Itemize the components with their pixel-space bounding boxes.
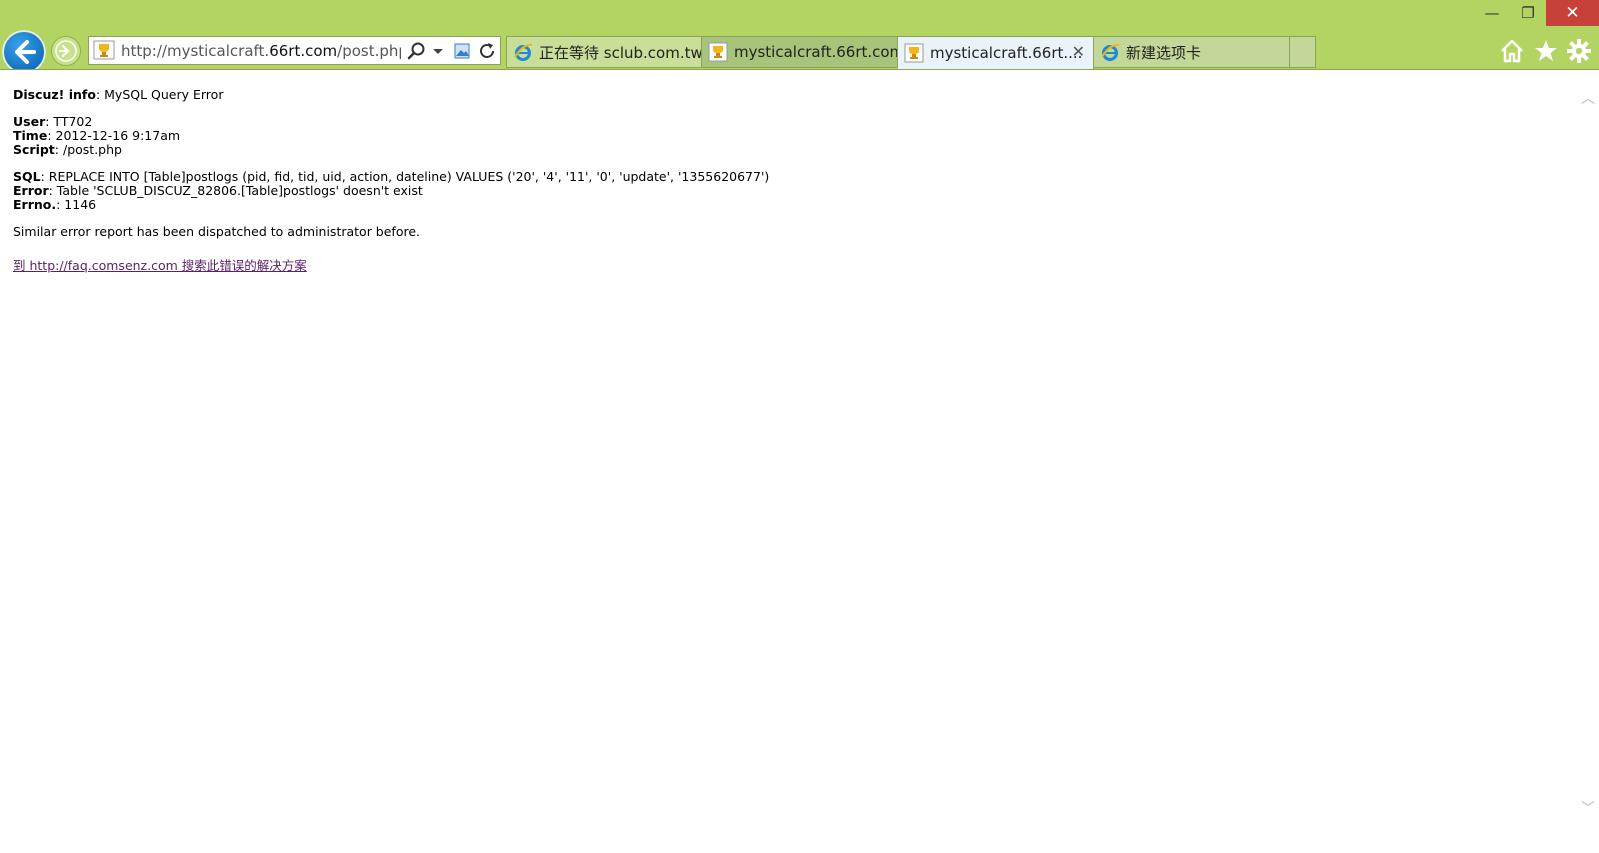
sql-line: SQL: REPLACE INTO [Table]postlogs (pid, … — [13, 169, 770, 184]
tab-label: 新建选项卡 — [1126, 43, 1202, 62]
close-tab-icon[interactable]: ✕ — [1072, 42, 1085, 61]
user-line: User: TT702 — [13, 114, 93, 129]
home-icon[interactable] — [1498, 37, 1526, 65]
ie-icon — [1101, 43, 1120, 61]
error-report: Discuz! info: MySQL Query Error User: TT… — [13, 88, 769, 273]
tab-label: mysticalcraft.66rt.com — [734, 43, 898, 61]
tab-label: 正在等待 sclub.com.tw — [539, 43, 702, 62]
arrow-right-icon — [55, 40, 77, 62]
tab-mysticalcraft[interactable]: mysticalcraft.66rt.com — [702, 36, 898, 68]
tab-label: mysticalcraft.66rt.... — [930, 44, 1083, 62]
page-content: Discuz! info: MySQL Query Error User: TT… — [0, 69, 1599, 853]
address-bar[interactable]: http://mysticalcraft.66rt.com/post.php? — [88, 36, 501, 65]
script-line: Script: /post.php — [13, 142, 122, 157]
tab-active-mysticalcraft[interactable]: mysticalcraft.66rt.... ✕ — [898, 36, 1094, 69]
tab-new-tab[interactable]: 新建选项卡 — [1094, 36, 1290, 68]
url-text[interactable]: http://mysticalcraft.66rt.com/post.php? — [121, 41, 401, 61]
forward-button[interactable] — [51, 36, 81, 66]
trophy-favicon — [93, 40, 115, 60]
info-line: Discuz! info: MySQL Query Error — [13, 87, 224, 102]
close-window-button[interactable]: ✕ — [1546, 0, 1599, 26]
tab-strip: 正在等待 sclub.com.tw mysticalcraft.66rt.com… — [506, 36, 1316, 69]
scroll-up-arrow[interactable]: ︿ — [1581, 88, 1595, 108]
minimize-button[interactable]: — — [1474, 0, 1510, 26]
ie-icon — [514, 43, 533, 61]
errno-line: Errno.: 1146 — [13, 197, 97, 212]
error-line: Error: Table 'SCLUB_DISCUZ_82806.[Table]… — [13, 183, 423, 198]
notice-text: Similar error report has been dispatched… — [13, 224, 421, 239]
favorites-star-icon[interactable] — [1532, 37, 1560, 65]
faq-link[interactable]: 到 http://faq.comsenz.com 搜索此错误的解决方案 — [13, 258, 307, 273]
refresh-icon[interactable] — [477, 41, 497, 61]
arrow-left-icon — [15, 40, 36, 64]
search-icon[interactable] — [407, 41, 427, 61]
trophy-favicon — [904, 43, 924, 63]
scroll-down-arrow[interactable]: ﹀ — [1581, 798, 1595, 818]
chevron-down-icon[interactable] — [431, 41, 445, 61]
gear-icon[interactable] — [1565, 37, 1593, 65]
compatibility-view-icon[interactable] — [453, 41, 471, 61]
maximize-button[interactable]: ❐ — [1510, 0, 1546, 26]
new-tab-button[interactable] — [1290, 36, 1316, 68]
back-button[interactable] — [2, 30, 46, 74]
time-line: Time: 2012-12-16 9:17am — [13, 128, 181, 143]
trophy-favicon — [708, 42, 728, 62]
tab-sclub[interactable]: 正在等待 sclub.com.tw — [506, 36, 702, 68]
